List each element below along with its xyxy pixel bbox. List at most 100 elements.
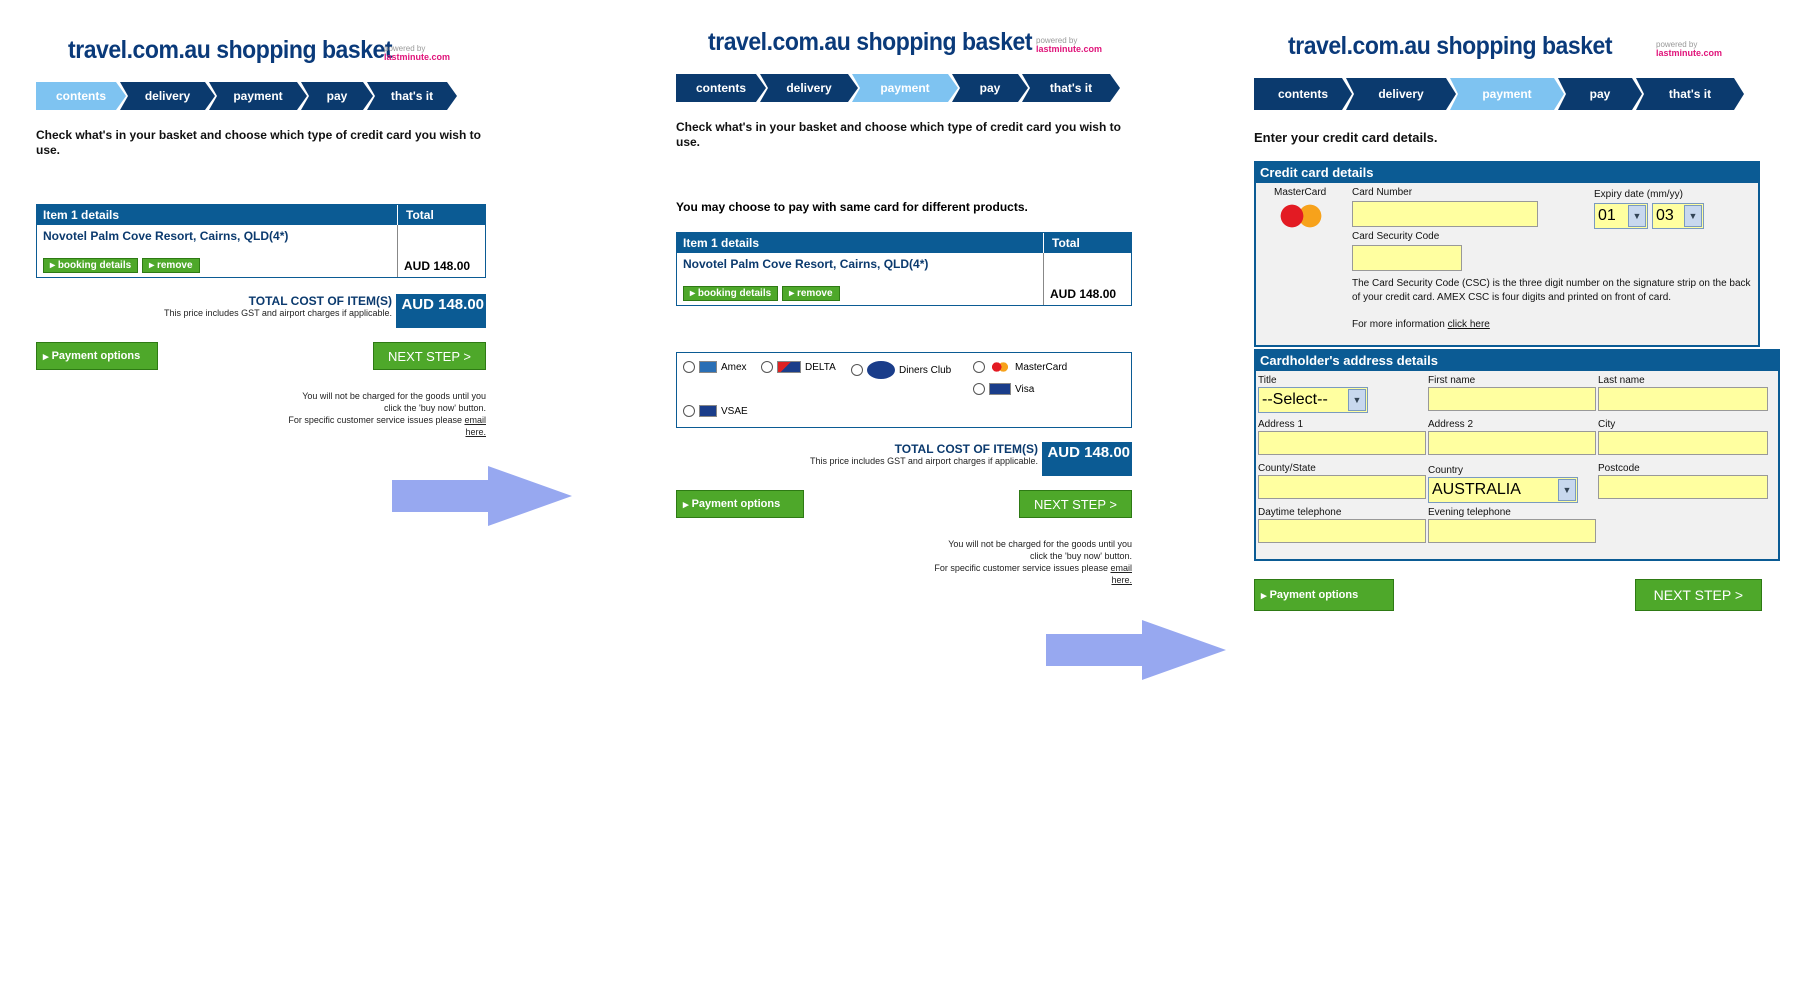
card-type-label: MasterCard (1274, 187, 1327, 198)
next-step-button[interactable]: NEXT STEP > (1019, 490, 1132, 518)
card-option-mastercard[interactable]: MasterCard (973, 361, 1067, 373)
click-here-link[interactable]: click here (1448, 319, 1490, 330)
site-logo[interactable]: travel.com.au shopping basket (708, 28, 1033, 57)
chevron-down-icon: ▼ (1558, 479, 1576, 501)
site-logo[interactable]: travel.com.au shopping basket (68, 36, 393, 65)
next-step-button[interactable]: NEXT STEP > (373, 342, 486, 370)
amex-radio[interactable] (683, 361, 695, 373)
lastminute-logo: lastminute.com (384, 52, 451, 62)
total-cost-label: TOTAL COST OF ITEM(S) (894, 442, 1038, 456)
title-select[interactable]: --Select-- ▼ (1258, 387, 1368, 413)
chevron-down-icon: ▼ (1684, 205, 1702, 227)
address2-label: Address 2 (1428, 419, 1474, 430)
address1-input[interactable] (1258, 431, 1426, 455)
address2-input[interactable] (1428, 431, 1596, 455)
postcode-input[interactable] (1598, 475, 1768, 499)
payment-options-label: Payment options (1269, 589, 1359, 601)
card-type-selector: Amex DELTA Diners Club MasterCard Visa V… (676, 352, 1132, 428)
payment-options-button[interactable]: ▸ Payment options (1254, 579, 1394, 611)
footnote-line-2: click the 'buy now' button. (384, 403, 486, 413)
total-note: This price includes GST and airport char… (164, 308, 392, 318)
day-tel-input[interactable] (1258, 519, 1426, 543)
here-link[interactable]: here. (465, 427, 486, 437)
payment-options-button[interactable]: ▸ Payment options (36, 342, 158, 370)
step-payment: payment (1450, 78, 1564, 110)
total-note: This price includes GST and airport char… (810, 456, 1038, 466)
country-select[interactable]: AUSTRALIA ▼ (1428, 477, 1578, 503)
first-name-input[interactable] (1428, 387, 1596, 411)
here-link[interactable]: here. (1111, 575, 1132, 585)
mastercard-label: MasterCard (1015, 361, 1068, 373)
step-delivery: delivery (1346, 78, 1456, 110)
title-value: --Select-- (1262, 391, 1328, 408)
city-label: City (1598, 419, 1616, 430)
remove-button[interactable]: ▸ remove (782, 286, 840, 301)
diners-club-icon (867, 361, 895, 379)
card-number-input[interactable] (1352, 201, 1538, 227)
country-label: Country (1428, 465, 1464, 476)
visa-electron-icon (699, 405, 717, 417)
lastminute-logo: lastminute.com (1656, 48, 1723, 58)
delta-icon (777, 361, 801, 373)
payment-options-button[interactable]: ▸ Payment options (676, 490, 804, 518)
header: travel.com.au shopping basket powered by… (36, 30, 486, 76)
visa-icon (989, 383, 1011, 395)
diners-radio[interactable] (851, 364, 863, 376)
diners-label: Diners Club (899, 364, 952, 376)
city-input[interactable] (1598, 431, 1768, 455)
card-option-delta[interactable]: DELTA (761, 361, 836, 373)
address1-label: Address 1 (1258, 419, 1304, 430)
intro-text: Enter your credit card details. (1254, 130, 1438, 145)
card-option-vsae[interactable]: VSAE (683, 405, 748, 417)
mastercard-radio[interactable] (973, 361, 985, 373)
panel-payment-choice-step: travel.com.au shopping basket powered by… (676, 22, 1132, 586)
flow-arrow-icon (1046, 620, 1226, 680)
county-input[interactable] (1258, 475, 1426, 499)
footnote: You will not be charged for the goods un… (676, 538, 1132, 586)
more-info-label: For more information (1352, 319, 1445, 330)
booking-details-button[interactable]: ▸ booking details (43, 258, 139, 273)
last-name-label: Last name (1598, 375, 1645, 386)
same-card-note: You may choose to pay with same card for… (676, 200, 1028, 214)
email-link[interactable]: email (1110, 563, 1132, 573)
footnote-line-2: click the 'buy now' button. (1030, 551, 1132, 561)
csc-input[interactable] (1352, 245, 1462, 271)
lastminute-logo: lastminute.com (1036, 44, 1103, 54)
item-name: Novotel Palm Cove Resort, Cairns, QLD(4*… (683, 257, 929, 271)
chevron-down-icon: ▼ (1628, 205, 1646, 227)
footnote-line-1: You will not be charged for the goods un… (948, 539, 1132, 549)
email-link[interactable]: email (464, 415, 486, 425)
card-option-visa[interactable]: Visa (973, 383, 1034, 395)
progress-steps: contents delivery payment pay that's it (36, 82, 486, 110)
vsae-radio[interactable] (683, 405, 695, 417)
step-pay: pay (952, 74, 1028, 102)
footnote-line-3: For specific customer service issues ple… (934, 563, 1108, 573)
footnote: You will not be charged for the goods un… (36, 390, 486, 438)
county-label: County/State (1258, 463, 1316, 474)
vsae-label: VSAE (721, 405, 748, 417)
chevron-down-icon: ▼ (1348, 389, 1366, 411)
visa-radio[interactable] (973, 383, 985, 395)
more-info: For more information click here (1352, 319, 1490, 330)
step-contents: contents (36, 82, 126, 110)
expiry-month-select[interactable]: 01 ▼ (1594, 203, 1648, 229)
delta-radio[interactable] (761, 361, 773, 373)
visa-label: Visa (1015, 383, 1035, 395)
item-header: Item 1 details (683, 236, 760, 250)
site-logo[interactable]: travel.com.au shopping basket (1288, 32, 1613, 61)
card-option-amex[interactable]: Amex (683, 361, 747, 373)
next-step-button[interactable]: NEXT STEP > (1634, 579, 1762, 611)
booking-details-button[interactable]: ▸ booking details (683, 286, 779, 301)
expiry-year-select[interactable]: 03 ▼ (1652, 203, 1704, 229)
payment-options-label: Payment options (691, 498, 781, 510)
total-header: Total (397, 205, 485, 225)
remove-button[interactable]: ▸ remove (142, 258, 200, 273)
total-header: Total (1043, 233, 1131, 253)
card-option-diners[interactable]: Diners Club (851, 361, 951, 379)
remove-label: remove (156, 260, 193, 271)
step-payment: payment (209, 82, 307, 110)
progress-steps: contents delivery payment pay that's it (1254, 78, 1784, 110)
basket-table: Item 1 details Total Novotel Palm Cove R… (676, 232, 1132, 306)
eve-tel-input[interactable] (1428, 519, 1596, 543)
last-name-input[interactable] (1598, 387, 1768, 411)
